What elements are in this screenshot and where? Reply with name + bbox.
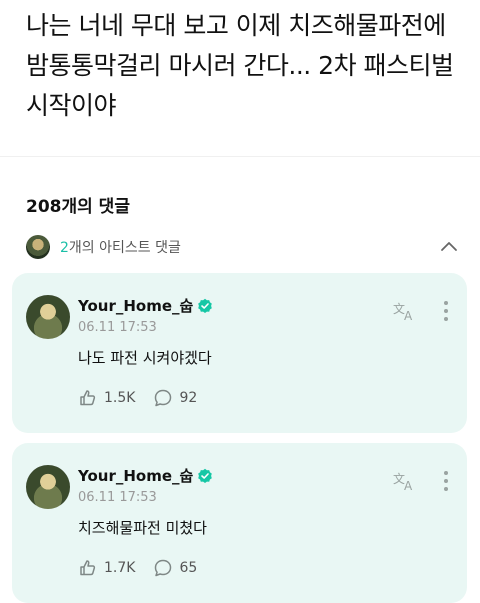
svg-text:A: A (404, 309, 413, 323)
reply-button[interactable]: 65 (153, 558, 197, 578)
verified-badge-icon (198, 298, 213, 313)
author-row: Your_Home_숩 (78, 465, 213, 486)
comment-timestamp: 06.11 17:53 (78, 320, 157, 335)
author-name[interactable]: Your_Home_숩 (78, 465, 193, 486)
avatar[interactable] (26, 465, 70, 509)
translate-icon[interactable]: 文A (392, 299, 416, 323)
comment-actions: 1.7K 65 (78, 558, 215, 578)
more-options-icon[interactable] (440, 299, 452, 323)
divider (0, 156, 480, 157)
avatar[interactable] (26, 295, 70, 339)
like-count: 1.5K (104, 390, 136, 406)
like-button[interactable]: 1.5K (78, 388, 135, 408)
comment-bubble-icon (155, 389, 172, 407)
comment-text: 나도 파전 시켜야겠다 (78, 349, 212, 367)
comments-count: 208개의 댓글 (26, 197, 130, 217)
comment-timestamp: 06.11 17:53 (78, 490, 157, 505)
author-name[interactable]: Your_Home_숩 (78, 295, 193, 316)
like-icon (80, 560, 96, 576)
verified-badge-icon (198, 468, 213, 483)
artist-comment-card: Your_Home_숩 06.11 17:53 치즈해물파전 미쳤다 文A 1.… (12, 443, 467, 603)
reply-count: 65 (179, 560, 198, 576)
like-count: 1.7K (104, 560, 136, 576)
like-icon (80, 390, 96, 406)
translate-icon[interactable]: 文A (392, 469, 416, 493)
like-button[interactable]: 1.7K (78, 558, 135, 578)
comment-bubble-icon (155, 559, 172, 577)
more-options-icon[interactable] (440, 469, 452, 493)
artist-comment-card: Your_Home_숩 06.11 17:53 나도 파전 시켜야겠다 文A 1… (12, 273, 467, 433)
post-text: 나는 너네 무대 보고 이제 치즈해물파전에 밤통통막걸리 마시러 간다... … (26, 11, 454, 120)
reply-count: 92 (179, 390, 198, 406)
artist-comments-label: 2개의 아티스트 댓글 (60, 237, 181, 257)
artist-comments-text: 개의 아티스트 댓글 (68, 240, 181, 256)
svg-text:A: A (404, 479, 413, 493)
artist-comments-count: 2 (60, 240, 69, 256)
comment-actions: 1.5K 92 (78, 388, 215, 408)
avatar (26, 235, 50, 259)
author-row: Your_Home_숩 (78, 295, 213, 316)
reply-button[interactable]: 92 (153, 388, 197, 408)
comment-text: 치즈해물파전 미쳤다 (78, 519, 207, 537)
artist-comments-toggle[interactable]: 2개의 아티스트 댓글 (26, 234, 460, 260)
chevron-up-icon[interactable] (438, 236, 460, 258)
